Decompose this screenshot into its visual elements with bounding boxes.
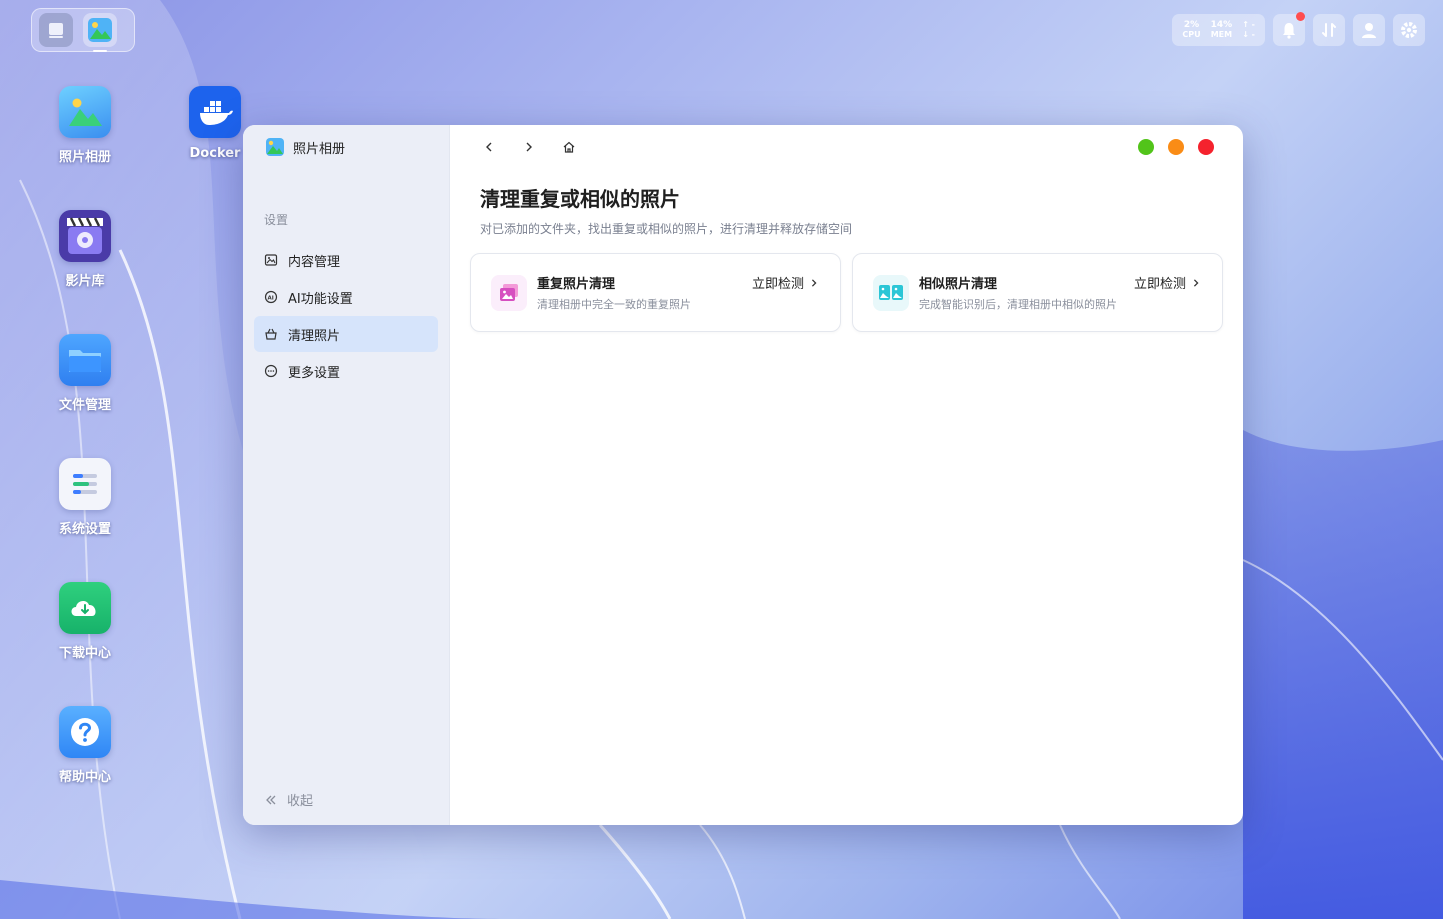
action-label: 立即检测 [751,277,804,292]
sidebar-item-ai[interactable]: AI AI功能设置 [254,279,438,315]
taskbar-photo-app[interactable] [83,13,117,52]
sidebar-item-content[interactable]: 内容管理 [254,242,438,278]
back-button[interactable] [480,138,498,156]
sidebar-item-more[interactable]: 更多设置 [254,353,438,389]
desktop-icon-label: 帮助中心 [58,770,111,785]
toolbar [450,125,1243,169]
desktop-icon-photos[interactable]: 照片相册 [37,86,133,165]
detect-now-button[interactable]: 立即检测 [1134,273,1200,292]
window-controls [1138,139,1214,155]
collapse-sidebar-button[interactable]: 收起 [265,790,313,809]
resource-monitor[interactable]: 2% CPU 14% MEM ↑ - ↓ - [1172,14,1265,46]
main-content: 清理重复或相似的照片 对已添加的文件夹，找出重复或相似的照片，进行清理并释放存储… [450,125,1243,825]
action-label: 立即检测 [1133,277,1186,292]
close-button[interactable] [1198,139,1214,155]
sidebar-item-label: 清理照片 [288,328,341,344]
mem-value: 14% [1210,20,1233,30]
download-rate: ↓ - [1242,30,1255,39]
page-subtitle: 对已添加的文件夹，找出重复或相似的照片，进行清理并释放存储空间 [480,222,853,236]
transfer-icon [1322,23,1336,37]
sidebar-item-clean[interactable]: 清理照片 [254,316,438,352]
desktop-icon-label: 下载中心 [58,646,111,661]
mem-label: MEM [1210,30,1233,39]
desktop-icon-settings[interactable]: 系统设置 [37,458,133,537]
home-button[interactable] [560,138,578,156]
desktop-icon-label: 影片库 [65,274,105,289]
gear-icon [1401,22,1417,38]
similar-photos-icon [873,274,909,311]
desktop-icon-help[interactable]: 帮助中心 [37,706,133,785]
desktop-icon-label: 照片相册 [58,150,111,165]
desktop-icon-video[interactable]: 影片库 [37,210,133,289]
help-icon [59,706,111,758]
duplicate-photos-icon [491,274,527,311]
desktop-icon [49,23,63,38]
basket-icon [265,328,277,340]
card-text: 相似照片清理 完成智能识别后，清理相册中相似的照片 [919,273,1117,312]
app-header: 照片相册 [243,125,449,169]
mem-stat: 14% MEM [1211,20,1233,40]
transfer-button[interactable] [1313,14,1345,46]
desktop-icon-label: 系统设置 [58,522,111,537]
collapse-label: 收起 [287,794,314,809]
notifications-button[interactable] [1273,12,1305,46]
photo-album-icon [266,138,284,156]
card-title: 相似照片清理 [919,277,998,292]
cpu-stat: 2% CPU [1182,20,1200,40]
taskbar [31,8,135,52]
double-chevron-left-icon [266,795,276,804]
chevron-left-icon [486,142,492,152]
folder-icon [59,334,111,386]
desktop-icon-files[interactable]: 文件管理 [37,334,133,413]
clapperboard-icon [59,210,111,262]
upload-rate: ↑ - [1242,20,1255,29]
detect-now-button[interactable]: 立即检测 [752,273,818,292]
desktop-icon-label: 文件管理 [58,398,111,413]
network-stat: ↑ - ↓ - [1242,20,1255,40]
forward-button[interactable] [520,138,538,156]
duplicate-cleanup-card[interactable]: 重复照片清理 清理相册中完全一致的重复照片 立即检测 [470,253,841,332]
notification-badge [1296,12,1305,21]
sidebar-item-label: 更多设置 [288,365,341,381]
minimize-button[interactable] [1138,139,1154,155]
card-description: 完成智能识别后，清理相册中相似的照片 [919,298,1117,311]
user-button[interactable] [1353,14,1385,46]
show-desktop-button[interactable] [39,13,73,47]
card-text: 重复照片清理 清理相册中完全一致的重复照片 [537,273,691,312]
ai-icon: AI [264,290,278,304]
user-icon [1362,23,1376,38]
chevron-right-icon [526,142,532,152]
bell-icon [1283,23,1295,39]
desktop-icon-label: Docker [189,146,241,161]
photo-album-window: 照片相册 设置 内容管理 AI AI功能设置 清理照片 更多设置 收起 清理重复… [243,125,1243,825]
svg-text:AI: AI [268,296,274,302]
cpu-label: CPU [1182,30,1201,39]
photo-album-icon [59,86,111,138]
cloud-download-icon [59,582,111,634]
more-icon [264,364,278,378]
chevron-right-icon [1193,278,1199,287]
maximize-button[interactable] [1168,139,1184,155]
status-bar: 2% CPU 14% MEM ↑ - ↓ - [1172,12,1425,46]
desktop-icon-download[interactable]: 下载中心 [37,582,133,661]
sliders-icon [59,458,111,510]
docker-icon [189,86,241,138]
cpu-value: 2% [1183,20,1200,30]
card-description: 清理相册中完全一致的重复照片 [537,298,691,311]
photo-album-icon [88,18,112,42]
chevron-right-icon [811,278,817,287]
cleanup-cards: 重复照片清理 清理相册中完全一致的重复照片 立即检测 相似照片清理 完成智能识别… [470,253,1223,332]
sidebar-item-label: 内容管理 [288,254,341,270]
sidebar-section-label: 设置 [264,213,289,227]
similar-cleanup-card[interactable]: 相似照片清理 完成智能识别后，清理相册中相似的照片 立即检测 [852,253,1223,332]
settings-button[interactable] [1393,14,1425,46]
home-icon [563,141,575,153]
sidebar-item-label: AI功能设置 [288,291,353,307]
sidebar: 照片相册 设置 内容管理 AI AI功能设置 清理照片 更多设置 收起 [243,125,450,825]
page-title: 清理重复或相似的照片 [480,187,680,211]
image-icon [264,254,278,266]
card-title: 重复照片清理 [537,277,616,292]
app-title: 照片相册 [293,141,346,157]
